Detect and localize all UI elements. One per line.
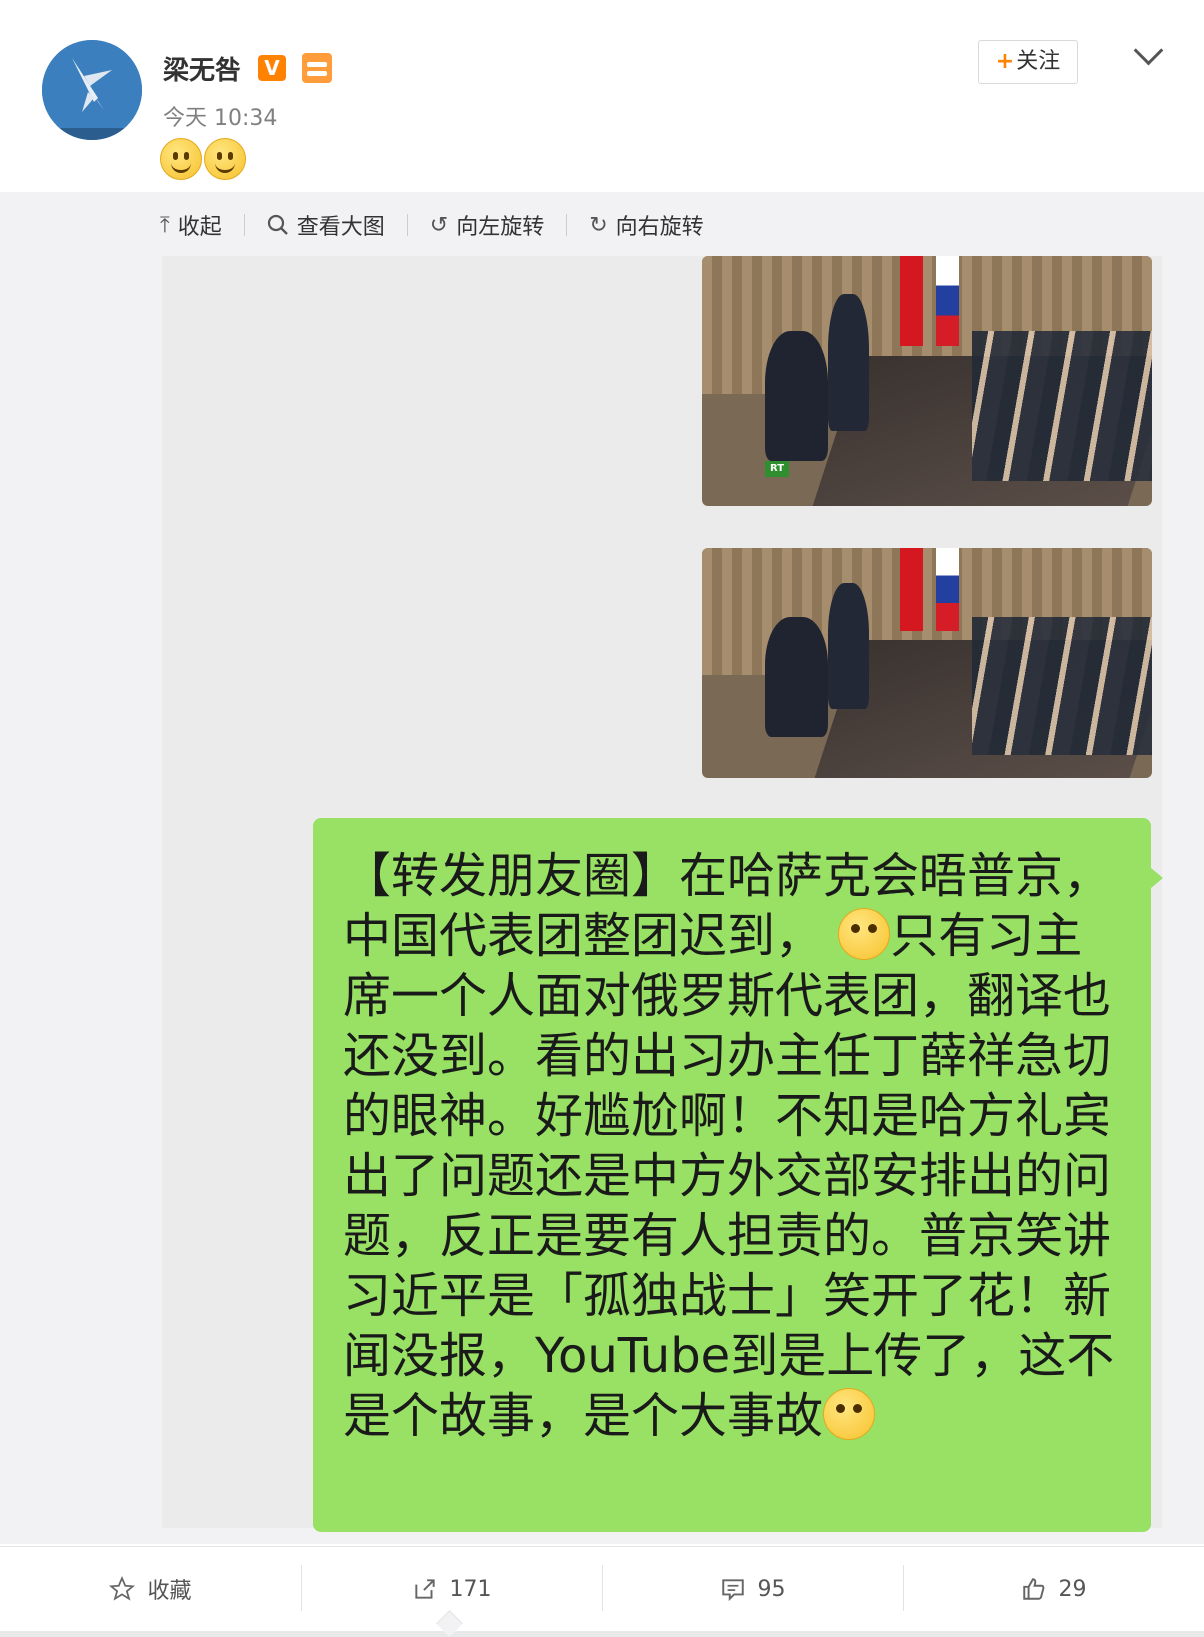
thumbs-up-icon xyxy=(1022,1578,1044,1600)
standing-person xyxy=(828,582,869,709)
search-icon xyxy=(267,214,288,235)
comment-button[interactable]: 95 xyxy=(602,1547,903,1631)
collapse-label: 收起 xyxy=(177,215,222,240)
rotate-left-label: 向左旋转 xyxy=(456,215,545,240)
verified-v-icon: V xyxy=(258,55,286,81)
smile-emoji-icon xyxy=(160,138,202,180)
star-icon xyxy=(109,1576,136,1601)
rotate-left-icon: ↺ xyxy=(429,212,449,238)
chat-message-text: 【转发朋友圈】在哈萨克会晤普京，中国代表团整团迟到， 只有习主席一个人面对俄罗斯… xyxy=(343,846,1123,1446)
seated-person xyxy=(765,617,828,737)
favorite-label: 收藏 xyxy=(147,1579,192,1604)
follow-label: 关注 xyxy=(1016,49,1061,74)
view-large-label: 查看大图 xyxy=(296,215,385,240)
favorite-button[interactable]: 收藏 xyxy=(0,1547,301,1631)
repost-icon xyxy=(414,1579,435,1599)
toolbar-divider xyxy=(566,214,568,236)
like-count: 29 xyxy=(1058,1576,1087,1602)
like-button[interactable]: 29 xyxy=(903,1547,1204,1631)
weibo-post-card: 梁无咎 V 今天 10:34 +关注 ⤒ 收起 查看大图 ↺ 向左旋转 ↻ 向右… xyxy=(0,0,1204,1637)
surprised-emoji-icon xyxy=(838,908,891,960)
rotate-right-button[interactable]: ↻ 向右旋转 xyxy=(589,209,703,241)
plane-avatar-icon xyxy=(42,40,142,140)
china-flag xyxy=(900,548,923,631)
russia-flag xyxy=(936,548,959,631)
toolbar-divider xyxy=(406,214,408,236)
post-timestamp[interactable]: 今天 10:34 xyxy=(163,100,277,132)
meeting-photo-1: RT xyxy=(702,256,1152,506)
rotate-left-button[interactable]: ↺ 向左旋转 xyxy=(430,209,544,241)
collapse-button[interactable]: ⤒ 收起 xyxy=(160,209,222,241)
message-part-2: 只有习主席一个人面对俄罗斯代表团，翻译也还没到。看的出习办主任丁薛祥急切的眼神。… xyxy=(343,908,1115,1444)
rt-watermark: RT xyxy=(765,461,789,477)
chevron-down-icon[interactable] xyxy=(1133,35,1164,66)
collapse-icon: ⤒ xyxy=(160,212,170,238)
comment-count: 95 xyxy=(757,1576,786,1602)
repost-count: 171 xyxy=(449,1576,492,1602)
blush-emoji-icon xyxy=(823,1388,876,1440)
comment-icon xyxy=(721,1579,744,1602)
username[interactable]: 梁无咎 xyxy=(163,50,241,87)
russia-flag xyxy=(936,256,959,346)
view-large-button[interactable]: 查看大图 xyxy=(267,209,385,241)
russian-delegation xyxy=(972,617,1152,755)
plus-icon: + xyxy=(995,49,1015,74)
rotate-right-label: 向右旋转 xyxy=(615,215,704,240)
russian-delegation xyxy=(972,331,1152,481)
member-badge-icon xyxy=(302,53,332,83)
standing-person xyxy=(828,293,869,431)
meeting-photo-2 xyxy=(702,548,1152,778)
seated-person xyxy=(765,331,828,461)
smile-emoji-icon xyxy=(204,138,246,180)
rotate-right-icon: ↻ xyxy=(589,212,608,238)
china-flag xyxy=(900,256,923,346)
action-bar: 收藏 171 95 29 xyxy=(0,1546,1204,1631)
chat-message-bubble: 【转发朋友圈】在哈萨克会晤普京，中国代表团整团迟到， 只有习主席一个人面对俄罗斯… xyxy=(313,818,1163,1532)
media-toolbar: ⤒ 收起 查看大图 ↺ 向左旋转 ↻ 向右旋转 xyxy=(160,207,704,243)
avatar[interactable] xyxy=(42,40,142,140)
toolbar-divider xyxy=(243,214,245,236)
follow-button[interactable]: +关注 xyxy=(978,40,1078,84)
